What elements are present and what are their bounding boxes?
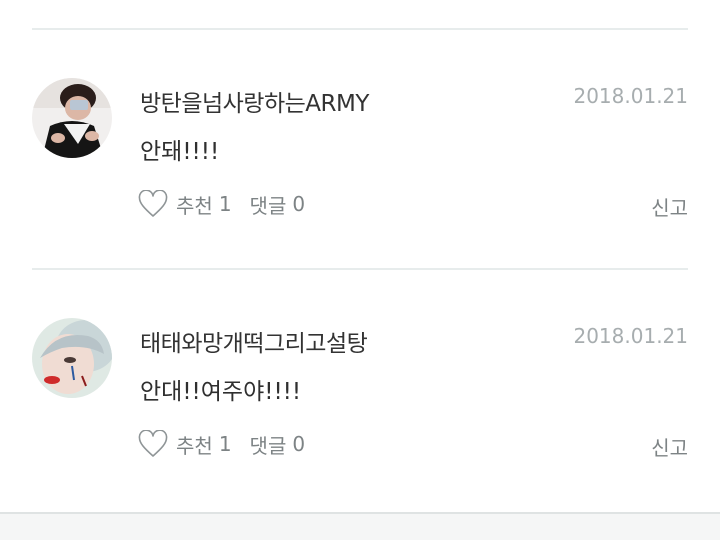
- reply-button[interactable]: 댓글 0: [250, 190, 306, 219]
- like-label: 추천: [176, 433, 213, 458]
- comment-actions: 추천 1 댓글 0: [138, 428, 305, 460]
- report-button[interactable]: 신고: [651, 192, 688, 221]
- comment-content: 안대!!여주야!!!!: [140, 379, 302, 405]
- heart-outline-icon: [138, 190, 168, 217]
- comment-item: 방탄을넘사랑하는ARMY 2018.01.21 안돼!!!! 추천 1 댓글 0…: [0, 28, 720, 268]
- bottom-bar: [0, 512, 720, 540]
- comment-date: 2018.01.21: [573, 84, 688, 108]
- like-button[interactable]: 추천 1: [138, 190, 232, 219]
- like-count: 1: [218, 432, 232, 456]
- reply-button[interactable]: 댓글 0: [250, 430, 306, 459]
- report-button[interactable]: 신고: [651, 432, 688, 461]
- avatar-photo-icon: [32, 318, 112, 398]
- comment-date: 2018.01.21: [573, 324, 688, 348]
- comment-nickname[interactable]: 방탄을넘사랑하는ARMY: [140, 84, 369, 118]
- comment-actions: 추천 1 댓글 0: [138, 188, 305, 220]
- heart-outline-icon: [138, 430, 168, 457]
- reply-label: 댓글: [249, 433, 287, 458]
- avatar-photo-icon: [32, 78, 112, 158]
- like-label: 추천: [176, 193, 213, 218]
- comment-nickname[interactable]: 태태와망개떡그리고설탕: [140, 324, 368, 358]
- user-avatar[interactable]: [32, 318, 112, 398]
- comment-page: 방탄을넘사랑하는ARMY 2018.01.21 안돼!!!! 추천 1 댓글 0…: [0, 0, 720, 540]
- like-count: 1: [218, 192, 232, 216]
- reply-count: 0: [292, 432, 306, 456]
- comment-content: 안돼!!!!: [140, 139, 220, 165]
- comment-item: 태태와망개떡그리고설탕 2018.01.21 안대!!여주야!!!! 추천 1 …: [0, 268, 720, 508]
- reply-label: 댓글: [249, 193, 287, 218]
- reply-count: 0: [292, 192, 306, 216]
- like-button[interactable]: 추천 1: [138, 430, 232, 459]
- user-avatar[interactable]: [32, 78, 112, 158]
